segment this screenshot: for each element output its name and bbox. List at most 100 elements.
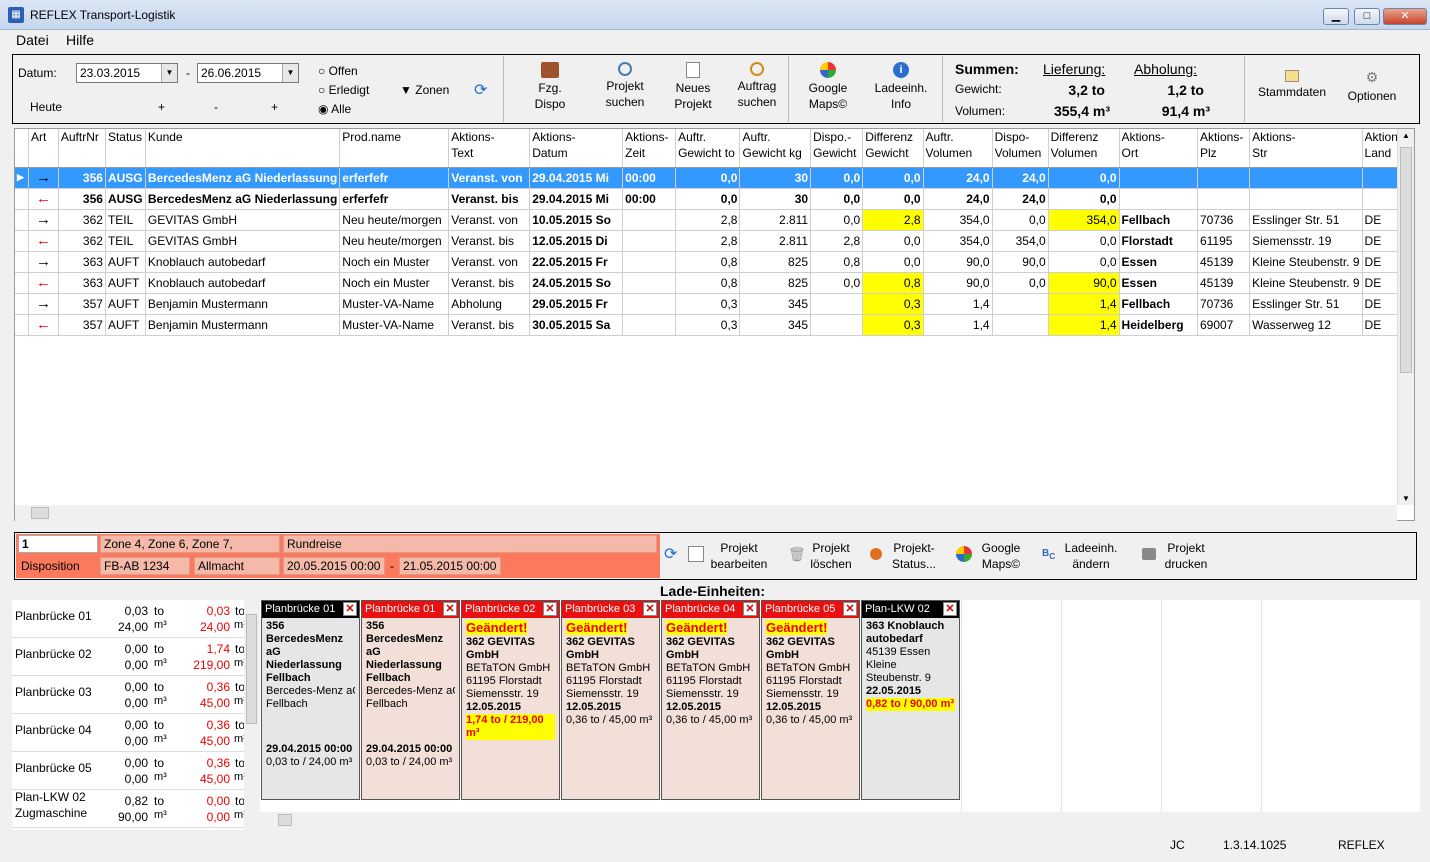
table-cell[interactable]: Neu heute/morgen	[339, 209, 450, 231]
close-icon[interactable]: ✕	[943, 602, 957, 616]
table-cell[interactable]: BercedesMenz aG Niederlassung	[145, 188, 341, 210]
radio-erledigt[interactable]: ○ Erledigt	[318, 83, 369, 97]
table-cell[interactable]	[622, 314, 677, 336]
table-cell[interactable]: 70736	[1197, 209, 1251, 231]
column-header[interactable]: Aktions- Ort	[1119, 129, 1198, 168]
ladeeinheit-card[interactable]: Planbrücke 04 ✕ Geändert! 362 GEVITAS GmbH BE…	[661, 600, 760, 800]
table-cell[interactable]: 0,0	[862, 188, 924, 210]
table-cell[interactable]: Wasserweg 12	[1249, 314, 1363, 336]
table-cell[interactable]: Siemensstr. 19	[1249, 230, 1363, 252]
table-cell[interactable]: Knoblauch autobedarf	[145, 272, 341, 294]
table-cell[interactable]: 0,0	[810, 188, 864, 210]
date-from-select[interactable]: 23.03.2015 ▼	[76, 63, 178, 83]
table-row[interactable]: ← 363 AUFT Knoblauch autobedarf Noch ein Mus…	[15, 272, 1414, 294]
minimize-button[interactable]: ▁	[1323, 8, 1349, 25]
row-indicator[interactable]	[15, 251, 29, 273]
table-cell[interactable]: 0,3	[675, 314, 741, 336]
close-icon[interactable]: ✕	[643, 602, 657, 616]
dispo-bis[interactable]: 21.05.2015 00:00	[399, 557, 501, 575]
table-row[interactable]: ▶ → 356 AUSG BercedesMenz aG Niederlassung er…	[15, 167, 1414, 189]
table-cell[interactable]: 2,8	[675, 230, 741, 252]
table-cell[interactable]: 90,0	[992, 251, 1049, 273]
table-cell[interactable]: 29.04.2015 Mi	[529, 167, 624, 189]
arrow-left-icon[interactable]: ←	[28, 314, 59, 336]
table-cell[interactable]: Veranst. bis	[448, 314, 531, 336]
table-cell[interactable]: 1,4	[1048, 293, 1120, 315]
table-cell[interactable]: 363	[58, 251, 106, 273]
table-cell[interactable]	[622, 272, 677, 294]
table-cell[interactable]	[622, 209, 677, 231]
row-indicator[interactable]	[15, 293, 29, 315]
table-cell[interactable]	[810, 314, 864, 336]
table-cell[interactable]: AUSG	[105, 167, 146, 189]
table-row[interactable]: → 357 AUFT Benjamin Mustermann Muster-VA-Nam…	[15, 293, 1414, 315]
scroll-up-icon[interactable]: ▲	[1402, 131, 1410, 140]
table-cell[interactable]: 2.811	[739, 209, 812, 231]
fzg-dispo-button[interactable]: Fzg. Dispo	[518, 62, 582, 112]
table-cell[interactable]	[622, 230, 677, 252]
table-cell[interactable]: erferfefr	[339, 167, 450, 189]
table-cell[interactable]: GEVITAS GmbH	[145, 209, 341, 231]
table-cell[interactable]: GEVITAS GmbH	[145, 230, 341, 252]
table-cell[interactable]: 90,0	[923, 272, 993, 294]
ladeeinh-aendern-button[interactable]: BC Ladeeinh. ändern	[1042, 540, 1124, 572]
table-cell[interactable]	[622, 251, 677, 273]
table-cell[interactable]: AUFT	[105, 272, 146, 294]
table-cell[interactable]: 12.05.2015 Di	[529, 230, 624, 252]
table-cell[interactable]: 2,8	[810, 230, 864, 252]
table-cell[interactable]: 0,0	[675, 167, 741, 189]
column-header[interactable]: Auftr. Volumen	[923, 129, 993, 168]
table-cell[interactable]: 357	[58, 314, 106, 336]
date-to-select[interactable]: 26.06.2015 ▼	[197, 63, 299, 83]
heute-button[interactable]: Heute	[30, 100, 62, 114]
table-cell[interactable]: Benjamin Mustermann	[145, 314, 341, 336]
projekt-status-button[interactable]: Projekt- Status...	[870, 540, 942, 572]
column-header[interactable]: Kunde	[145, 129, 341, 168]
close-icon[interactable]: ✕	[843, 602, 857, 616]
table-cell[interactable]: Fellbach	[1119, 293, 1198, 315]
table-cell[interactable]: 30.05.2015 Sa	[529, 314, 624, 336]
table-cell[interactable]: Veranst. bis	[448, 272, 531, 294]
table-cell[interactable]: Noch ein Muster	[339, 251, 450, 273]
table-cell[interactable]: 1,4	[923, 314, 993, 336]
column-header[interactable]: Differenz Volumen	[1048, 129, 1120, 168]
scroll-thumb[interactable]	[246, 614, 257, 724]
table-cell[interactable]: TEIL	[105, 230, 146, 252]
table-cell[interactable]: 22.05.2015 Fr	[529, 251, 624, 273]
scroll-down-icon[interactable]: ▼	[1402, 494, 1410, 503]
table-cell[interactable]: 30	[739, 167, 812, 189]
minus-to-button[interactable]: -	[214, 100, 218, 114]
table-cell[interactable]: Esslinger Str. 51	[1249, 293, 1363, 315]
table-cell[interactable]: Kleine Steubenstr. 9	[1249, 272, 1363, 294]
table-cell[interactable]: Muster-VA-Name	[339, 293, 450, 315]
table-cell[interactable]: 0,0	[1048, 188, 1120, 210]
arrow-right-icon[interactable]: →	[28, 167, 59, 189]
row-indicator[interactable]	[15, 188, 29, 210]
dispo-von[interactable]: 20.05.2015 00:00	[283, 557, 385, 575]
table-cell[interactable]: 24,0	[923, 188, 993, 210]
table-cell[interactable]: 0,0	[1048, 167, 1120, 189]
table-cell[interactable]: 0,0	[992, 209, 1049, 231]
table-cell[interactable]: 24.05.2015 So	[529, 272, 624, 294]
cards-horizontal-scrollbar[interactable]	[260, 812, 1420, 828]
table-cell[interactable]: 0,0	[1048, 230, 1120, 252]
table-cell[interactable]: 45139	[1197, 272, 1251, 294]
table-cell[interactable]: 0,0	[810, 272, 864, 294]
table-cell[interactable]: AUFT	[105, 293, 146, 315]
table-cell[interactable]: 0,0	[992, 272, 1049, 294]
close-button[interactable]: ✕	[1383, 8, 1427, 25]
ladeeinheit-list-item[interactable]: Planbrücke 05 0,00 to 0,36 to 0,00 m³ 45,00 m³	[12, 752, 247, 790]
arrow-left-icon[interactable]: ←	[28, 272, 59, 294]
list-scrollbar[interactable]	[244, 600, 259, 830]
menu-datei[interactable]: Datei	[16, 32, 49, 48]
ladeeinheit-card[interactable]: Planbrücke 01 ✕ 356 BercedesMenz aG Niederlas…	[261, 600, 360, 800]
ladeeinheit-card[interactable]: Planbrücke 02 ✕ Geändert! 362 GEVITAS GmbH BE…	[461, 600, 560, 800]
ladeeinheit-list-item[interactable]: Plan-LKW 02 Zugmaschine 0,82 to 0,00 to 90,00 m…	[12, 790, 247, 828]
optionen-button[interactable]: ⚙ Optionen	[1340, 70, 1404, 104]
column-header[interactable]: Dispo- Volumen	[992, 129, 1049, 168]
table-cell[interactable]: 00:00	[622, 167, 677, 189]
table-cell[interactable]: Essen	[1119, 251, 1198, 273]
plus-from-button[interactable]: +	[158, 100, 165, 114]
table-cell[interactable]: 354,0	[923, 230, 993, 252]
projekt-bearbeiten-button[interactable]: Projekt bearbeiten	[688, 540, 774, 572]
